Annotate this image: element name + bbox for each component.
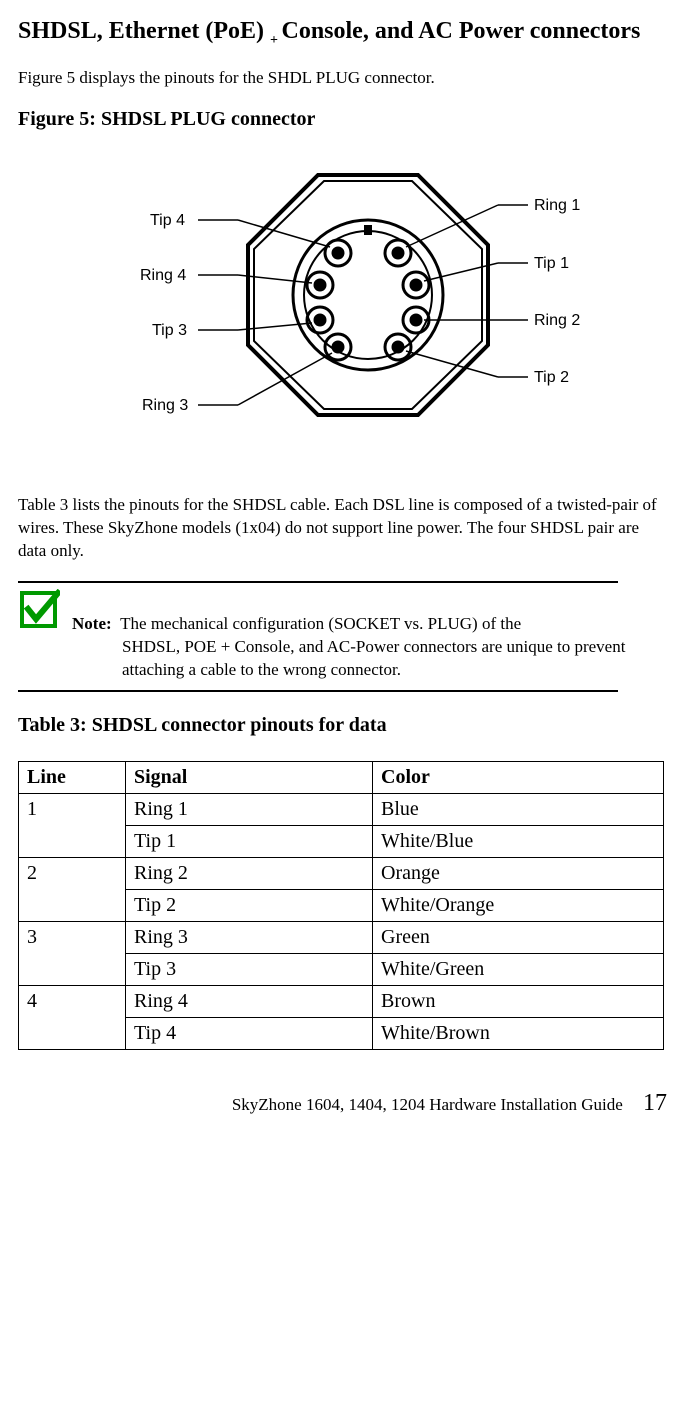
page-title-text-2: Console, and AC Power connectors bbox=[281, 18, 640, 44]
cell-signal: Tip 1 bbox=[126, 825, 373, 857]
table-caption: Table 3: SHDSL connector pinouts for dat… bbox=[18, 714, 667, 737]
cell-signal: Tip 4 bbox=[126, 1017, 373, 1049]
label-tip-4: Tip 4 bbox=[150, 212, 185, 229]
note-content-rest: SHDSL, POE + Console, and AC-Power conne… bbox=[122, 636, 658, 682]
paragraph-1: Figure 5 displays the pinouts for the SH… bbox=[18, 67, 667, 90]
cell-line: 4 bbox=[19, 985, 126, 1049]
page-title: SHDSL, Ethernet (PoE) + Console, and AC … bbox=[18, 16, 667, 49]
label-ring-2: Ring 2 bbox=[534, 312, 580, 329]
table-row: 2 Ring 2 Orange bbox=[19, 857, 664, 889]
cell-color: White/Green bbox=[373, 953, 664, 985]
cell-signal: Ring 1 bbox=[126, 793, 373, 825]
cell-signal: Ring 4 bbox=[126, 985, 373, 1017]
pinouts-table: Line Signal Color 1 Ring 1 Blue Tip 1 Wh… bbox=[18, 761, 664, 1050]
cell-line: 1 bbox=[19, 793, 126, 857]
cell-signal: Tip 2 bbox=[126, 889, 373, 921]
cell-color: White/Brown bbox=[373, 1017, 664, 1049]
note-label: Note: bbox=[72, 614, 112, 633]
cell-line: 3 bbox=[19, 921, 126, 985]
note-divider-bottom bbox=[18, 690, 618, 692]
label-tip-1: Tip 1 bbox=[534, 255, 569, 272]
table-row: 3 Ring 3 Green bbox=[19, 921, 664, 953]
connector-diagram: Ring 1 Tip 1 Ring 2 Tip 2 Tip 4 Ring 4 T… bbox=[18, 155, 667, 460]
cell-signal: Tip 3 bbox=[126, 953, 373, 985]
cell-color: Green bbox=[373, 921, 664, 953]
table-header-row: Line Signal Color bbox=[19, 761, 664, 793]
footer-text: SkyZhone 1604, 1404, 1204 Hardware Insta… bbox=[232, 1095, 623, 1114]
label-tip-2: Tip 2 bbox=[534, 369, 569, 386]
figure-caption: Figure 5: SHDSL PLUG connector bbox=[18, 108, 667, 131]
note-box: Note: The mechanical configuration (SOCK… bbox=[18, 581, 667, 692]
label-ring-4: Ring 4 bbox=[140, 267, 186, 284]
page-title-text-1: SHDSL, Ethernet (PoE) bbox=[18, 18, 270, 44]
cell-color: Brown bbox=[373, 985, 664, 1017]
label-ring-3: Ring 3 bbox=[142, 397, 188, 414]
cell-color: White/Blue bbox=[373, 825, 664, 857]
page-footer: SkyZhone 1604, 1404, 1204 Hardware Insta… bbox=[18, 1090, 667, 1117]
page-number: 17 bbox=[643, 1090, 667, 1116]
cell-color: White/Orange bbox=[373, 889, 664, 921]
checkmark-icon bbox=[18, 589, 60, 636]
cell-signal: Ring 2 bbox=[126, 857, 373, 889]
note-text: Note: The mechanical configuration (SOCK… bbox=[72, 589, 658, 682]
note-divider-top bbox=[18, 581, 618, 583]
paragraph-2: Table 3 lists the pinouts for the SHDSL … bbox=[18, 494, 667, 563]
col-header-line: Line bbox=[19, 761, 126, 793]
col-header-signal: Signal bbox=[126, 761, 373, 793]
cell-signal: Ring 3 bbox=[126, 921, 373, 953]
col-header-color: Color bbox=[373, 761, 664, 793]
cell-color: Blue bbox=[373, 793, 664, 825]
table-row: 4 Ring 4 Brown bbox=[19, 985, 664, 1017]
plus-subscript: + bbox=[270, 33, 281, 48]
label-tip-3: Tip 3 bbox=[152, 322, 187, 339]
label-ring-1: Ring 1 bbox=[534, 197, 580, 214]
cell-color: Orange bbox=[373, 857, 664, 889]
cell-line: 2 bbox=[19, 857, 126, 921]
table-row: 1 Ring 1 Blue bbox=[19, 793, 664, 825]
note-content-line1: The mechanical configuration (SOCKET vs.… bbox=[120, 614, 521, 633]
